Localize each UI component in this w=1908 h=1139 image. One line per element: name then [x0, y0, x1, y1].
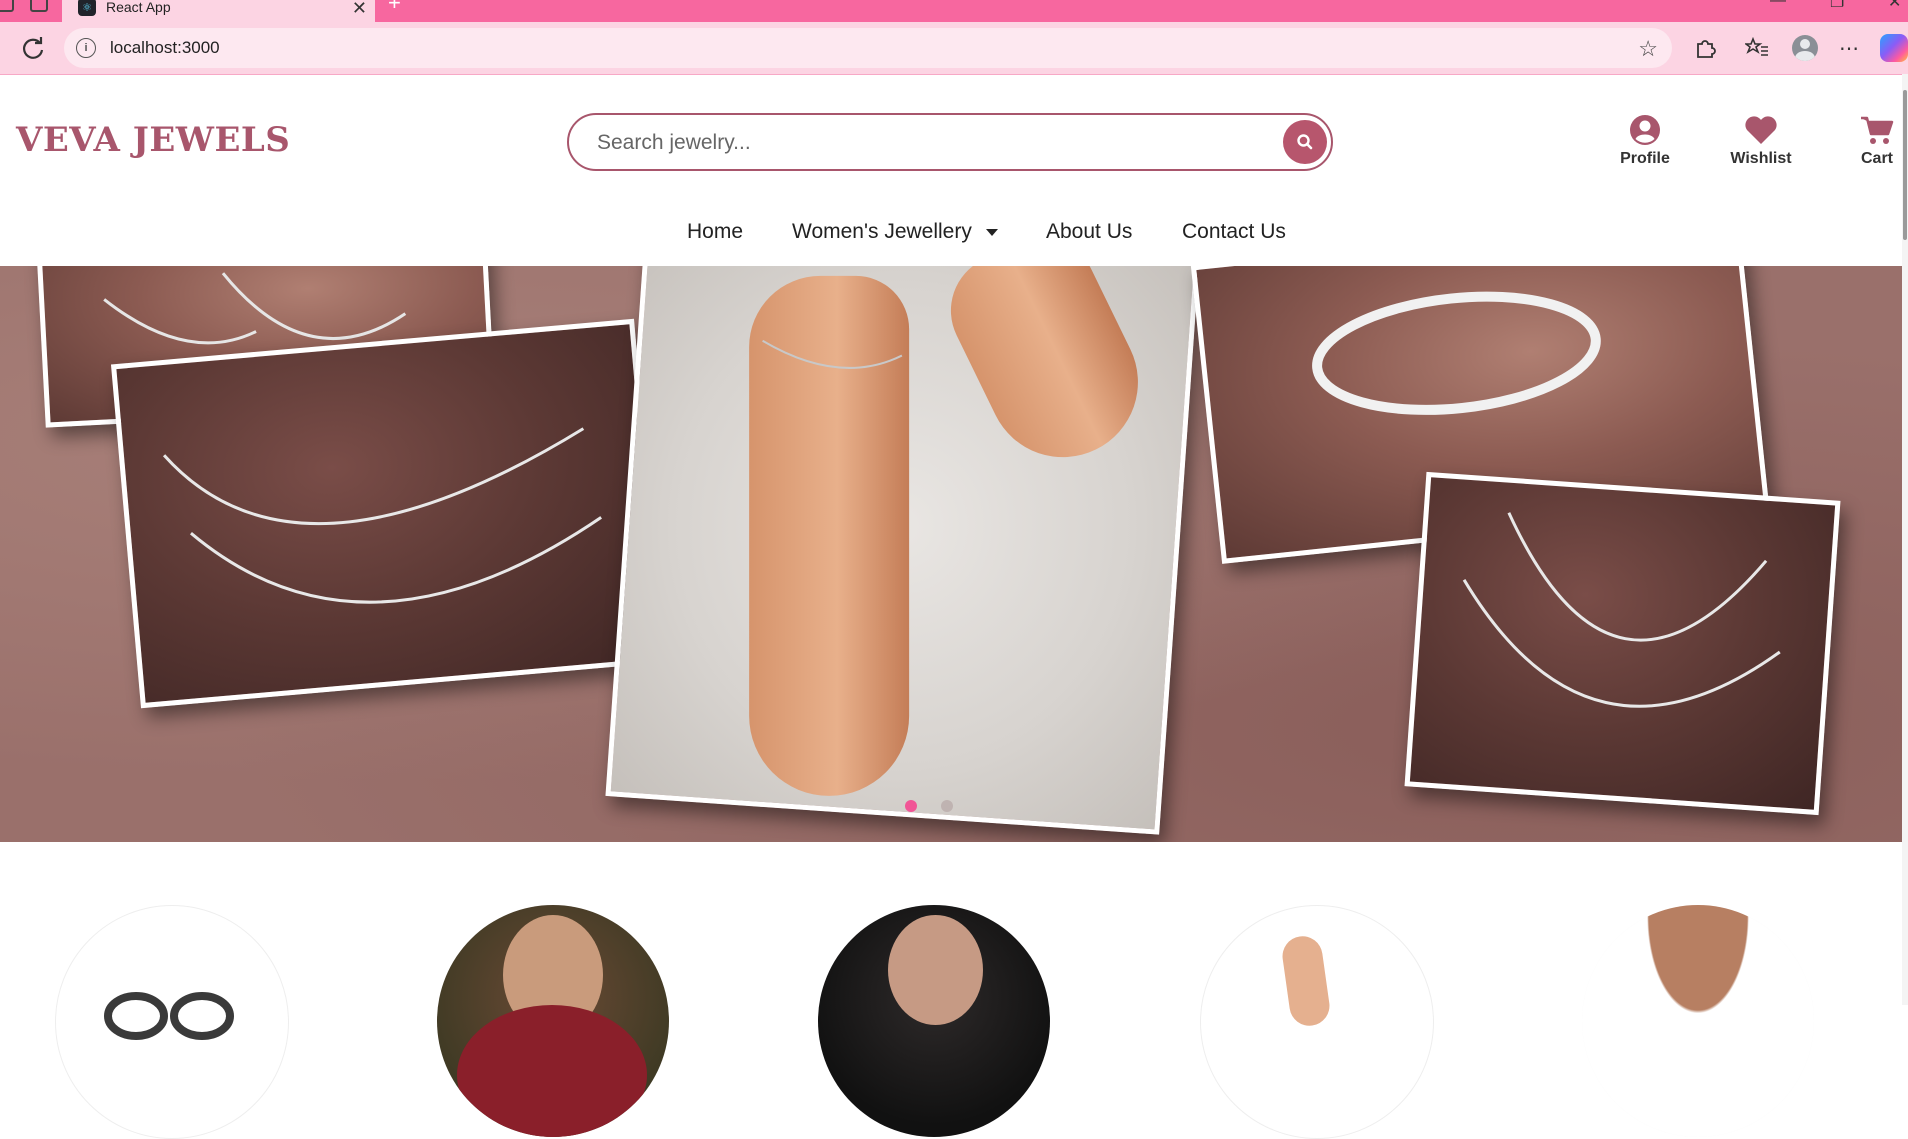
nav-item-home[interactable]: Home — [687, 220, 743, 244]
category-pendants[interactable] — [818, 905, 1050, 1137]
search-button[interactable] — [1283, 120, 1327, 164]
site-info-icon[interactable]: i — [76, 38, 96, 58]
cart-label: Cart — [1860, 150, 1893, 167]
category-bracelets[interactable] — [1200, 905, 1434, 1139]
feet-on-sand-photo — [605, 266, 1200, 835]
copilot-icon[interactable] — [1880, 34, 1908, 62]
nav-item-womens-jewellery[interactable]: Women's Jewellery — [792, 220, 998, 244]
search-icon — [1297, 134, 1313, 150]
tab-title: React App — [106, 0, 171, 15]
more-menu-icon[interactable]: ⋯ — [1834, 33, 1864, 63]
browser-tab[interactable]: ⚛ React App ✕ — [62, 0, 375, 22]
category-rings[interactable] — [55, 905, 289, 1139]
profile-avatar-icon[interactable] — [1790, 33, 1820, 63]
category-necklaces-red[interactable] — [437, 905, 669, 1137]
category-mens-chains[interactable] — [1582, 905, 1814, 1137]
user-circle-icon — [1629, 114, 1661, 146]
anklet-photo-left — [110, 318, 665, 709]
address-bar[interactable]: i localhost:3000 ☆ — [64, 28, 1672, 68]
search-input[interactable] — [595, 126, 1239, 160]
scrollbar-thumb[interactable] — [1903, 90, 1907, 240]
browser-tab-bar: ⚛ React App ✕ + — ❐ ✕ — [0, 0, 1908, 22]
carousel-dot-2[interactable] — [941, 800, 953, 812]
browser-toolbar: i localhost:3000 ☆ ⋯ — [0, 22, 1908, 74]
react-favicon-icon: ⚛ — [78, 0, 96, 16]
wishlist-button[interactable]: Wishlist — [1716, 114, 1806, 168]
chevron-down-icon — [985, 228, 998, 236]
nav-item-contact-us[interactable]: Contact Us — [1182, 220, 1286, 244]
carousel-dot-1[interactable] — [905, 800, 917, 812]
nav-item-label: Women's Jewellery — [792, 220, 972, 243]
search-bar — [567, 113, 1333, 171]
reload-icon[interactable] — [18, 33, 48, 63]
cart-button[interactable]: Cart — [1832, 114, 1908, 168]
maximize-icon[interactable]: ❐ — [1830, 0, 1844, 12]
new-tab-icon[interactable]: + — [388, 0, 401, 16]
toolbar-divider — [0, 74, 1908, 75]
wishlist-label: Wishlist — [1730, 150, 1792, 167]
profile-button[interactable]: Profile — [1600, 114, 1690, 168]
carousel-dots — [905, 800, 953, 812]
nav-item-about-us[interactable]: About Us — [1046, 220, 1132, 244]
address-bar-url: localhost:3000 — [110, 38, 220, 57]
tab-actions-icon[interactable] — [30, 0, 48, 12]
extensions-icon[interactable] — [1690, 33, 1720, 63]
cart-icon — [1860, 114, 1894, 146]
close-window-icon[interactable]: ✕ — [1888, 0, 1901, 12]
favorites-icon[interactable] — [1742, 33, 1772, 63]
profile-label: Profile — [1620, 150, 1670, 167]
minimize-icon[interactable]: — — [1770, 0, 1786, 10]
main-nav: Home Women's Jewellery About Us Contact … — [0, 216, 1908, 262]
tab-close-icon[interactable]: ✕ — [352, 0, 367, 19]
anklet-photo-right — [1404, 471, 1841, 816]
favorite-star-icon[interactable]: ☆ — [1638, 36, 1658, 62]
site-logo[interactable]: VEVA JEWELS — [16, 120, 290, 160]
heart-icon — [1744, 114, 1778, 146]
workspaces-icon[interactable] — [0, 0, 14, 12]
hero-carousel[interactable] — [0, 266, 1902, 842]
